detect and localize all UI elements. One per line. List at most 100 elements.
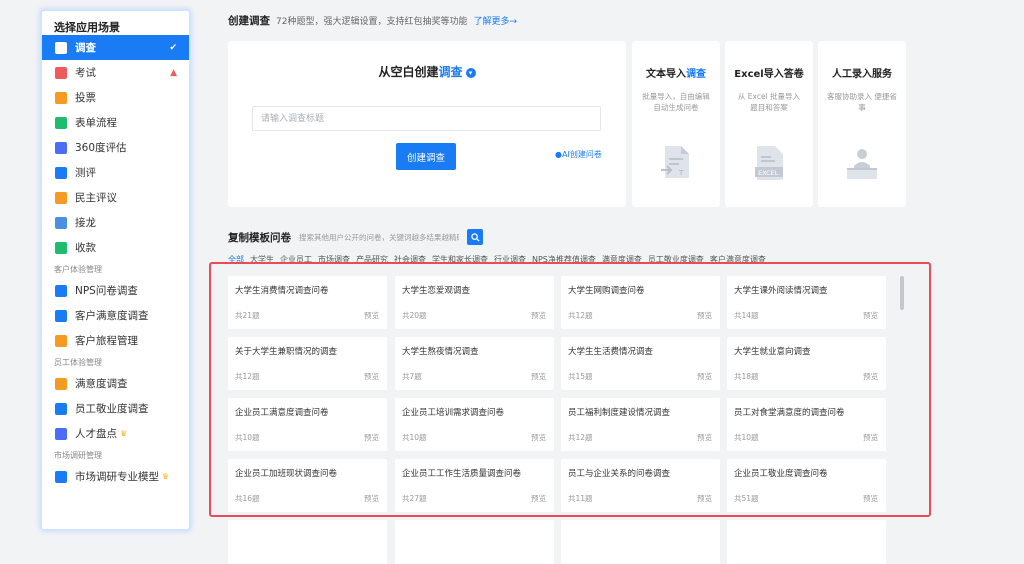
blank-create-title[interactable]: 从空白创建调查 ▾ [228,63,626,80]
category-tab[interactable]: 客户满意度调查 [710,254,766,265]
template-card[interactable]: 大学生生活费情况调查 共15题 预览 [561,337,720,390]
template-card[interactable]: 企业员工敬业度调查问卷 共51题 预览 [727,459,886,512]
template-preview-link[interactable]: 预览 [364,371,379,382]
template-preview-link[interactable]: 预览 [364,432,379,443]
template-preview-link[interactable]: 预览 [863,493,878,504]
template-card[interactable] [561,520,720,564]
market-model-icon [55,470,67,483]
ai-create-link[interactable]: ●AI创建问卷 [555,149,602,160]
form-icon [55,116,67,129]
template-preview-link[interactable]: 预览 [364,493,379,504]
template-card[interactable]: 大学生网购调查问卷 共12题 预览 [561,276,720,329]
sidebar-item[interactable]: 考试 ▲ [42,60,189,85]
template-card[interactable]: 大学生就业意向调查 共18题 预览 [727,337,886,390]
template-card[interactable]: 企业员工满意度调查问卷 共10题 预览 [228,398,387,451]
search-button[interactable] [467,229,483,245]
template-preview-link[interactable]: 预览 [697,310,712,321]
template-preview-link[interactable]: 预览 [863,371,878,382]
template-card[interactable]: 企业员工培训需求调查问卷 共10题 预览 [395,398,554,451]
template-card[interactable]: 企业员工加班现状调查问卷 共16题 预览 [228,459,387,512]
create-survey-button[interactable]: 创建调查 [396,143,456,170]
excel-import-card[interactable]: Excel导入答卷 从 Excel 批量导入 题目和答案 EXCEL [725,41,813,207]
template-scrollbar[interactable] [899,275,905,512]
template-preview-link[interactable]: 预览 [531,371,546,382]
sidebar-item[interactable]: 员工敬业度调查 [42,396,189,421]
sidebar-item[interactable]: 人才盘点 ♛ [42,421,189,446]
template-preview-link[interactable]: 预览 [531,432,546,443]
template-card[interactable]: 大学生恋爱观调查 共20题 预览 [395,276,554,329]
category-tab[interactable]: 企业员工 [280,254,312,265]
search-icon [470,232,480,242]
template-preview-link[interactable]: 预览 [697,432,712,443]
template-preview-link[interactable]: 预览 [531,493,546,504]
template-card[interactable]: 关于大学生兼职情况的调查 共12题 预览 [228,337,387,390]
sidebar-item-label: 员工敬业度调查 [75,403,149,415]
template-card[interactable]: 大学生课外阅读情况调查 共14题 预览 [727,276,886,329]
category-tab[interactable]: 全部 [228,254,244,265]
template-search-input[interactable] [299,229,459,245]
text-import-keyword: 调查 [686,69,706,80]
template-preview-link[interactable]: 预览 [863,310,878,321]
ai-create-label: AI创建问卷 [561,150,602,159]
template-scrollbar-thumb[interactable] [900,276,904,310]
template-card[interactable] [395,520,554,564]
template-preview-link[interactable]: 预览 [364,310,379,321]
template-preview-link[interactable]: 预览 [697,493,712,504]
sidebar-item[interactable]: 满意度调查 [42,371,189,396]
manual-entry-desc: 客服协助录入 便捷省事 [827,92,897,112]
template-card[interactable]: 员工对食堂满意度的调查问卷 共10题 预览 [727,398,886,451]
category-tab[interactable]: 行业调查 [494,254,526,265]
template-categories: 全部 大学生 企业员工 市场调查 产品研究 社会调查 学生和家长调查 行业调查 NPS净推荐值调… [228,254,766,265]
template-card[interactable]: 大学生消费情况调查问卷 共21题 预览 [228,276,387,329]
template-card-count: 共14题 [734,311,759,320]
hot-flame-icon: ▲ [170,67,177,78]
sidebar-item[interactable]: 市场调研专业模型 ♛ [42,464,189,489]
template-card[interactable]: 大学生熬夜情况调查 共7题 预览 [395,337,554,390]
sidebar-item[interactable]: 民主评议 [42,185,189,210]
template-card[interactable] [228,520,387,564]
template-preview-link[interactable]: 预览 [531,310,546,321]
sidebar-item[interactable]: 360度评估 [42,135,189,160]
chevron-down-icon[interactable]: ▾ [465,67,476,78]
template-card-title: 企业员工培训需求调查问卷 [402,408,505,418]
template-card[interactable]: 企业员工工作生活质量调查问卷 共27题 预览 [395,459,554,512]
category-tab[interactable]: 满意度调查 [602,254,642,265]
template-preview-link[interactable]: 预览 [697,371,712,382]
sidebar-item-label: NPS问卷调查 [75,285,138,297]
template-card[interactable]: 员工福利制度建设情况调查 共12题 预览 [561,398,720,451]
sidebar-item[interactable]: 表单流程 [42,110,189,135]
survey-title-input[interactable] [252,106,601,131]
category-tab[interactable]: 市场调查 [318,254,350,265]
category-tab[interactable]: 大学生 [250,254,274,265]
template-preview-link[interactable]: 预览 [863,432,878,443]
template-card-title: 大学生就业意向调查 [734,347,811,357]
template-card-count: 共16题 [235,494,260,503]
sidebar-item[interactable]: 投票 [42,85,189,110]
category-tab[interactable]: 学生和家长调查 [432,254,488,265]
relay-icon [55,216,67,229]
sidebar-item-label: 客户满意度调查 [75,310,149,322]
sidebar-item-label: 民主评议 [75,192,117,204]
text-import-title: 文本导入调查 [632,65,720,80]
category-tab[interactable]: 社会调查 [394,254,426,265]
blank-create-card: 从空白创建调查▾ 创建调查 ●AI创建问卷 [228,41,626,207]
democratic-icon [55,191,67,204]
sidebar-item[interactable]: 客户满意度调查 [42,303,189,328]
sidebar-item[interactable]: 测评 [42,160,189,185]
sidebar-item[interactable]: NPS问卷调查 [42,278,189,303]
template-card[interactable] [727,520,886,564]
text-import-card[interactable]: 文本导入调查 批量导入，自由编辑 自动生成问卷 T [632,41,720,207]
category-tab[interactable]: 产品研究 [356,254,388,265]
category-tab[interactable]: NPS净推荐值调查 [532,254,596,265]
manual-entry-card[interactable]: 人工录入服务 客服协助录入 便捷省事 [818,41,906,207]
template-card[interactable]: 员工与企业关系的问卷调查 共11题 预览 [561,459,720,512]
sidebar-item[interactable]: 接龙 [42,210,189,235]
360-icon [55,141,67,154]
assessment-icon [55,166,67,179]
sidebar-item[interactable]: 收款 [42,235,189,260]
sidebar-item[interactable]: 客户旅程管理 [42,328,189,353]
sidebar-item[interactable]: 调查 ✔ [42,35,189,60]
category-tab[interactable]: 员工敬业度调查 [648,254,704,265]
exam-icon [55,66,67,79]
learn-more-link[interactable]: 了解更多→ [473,14,517,27]
